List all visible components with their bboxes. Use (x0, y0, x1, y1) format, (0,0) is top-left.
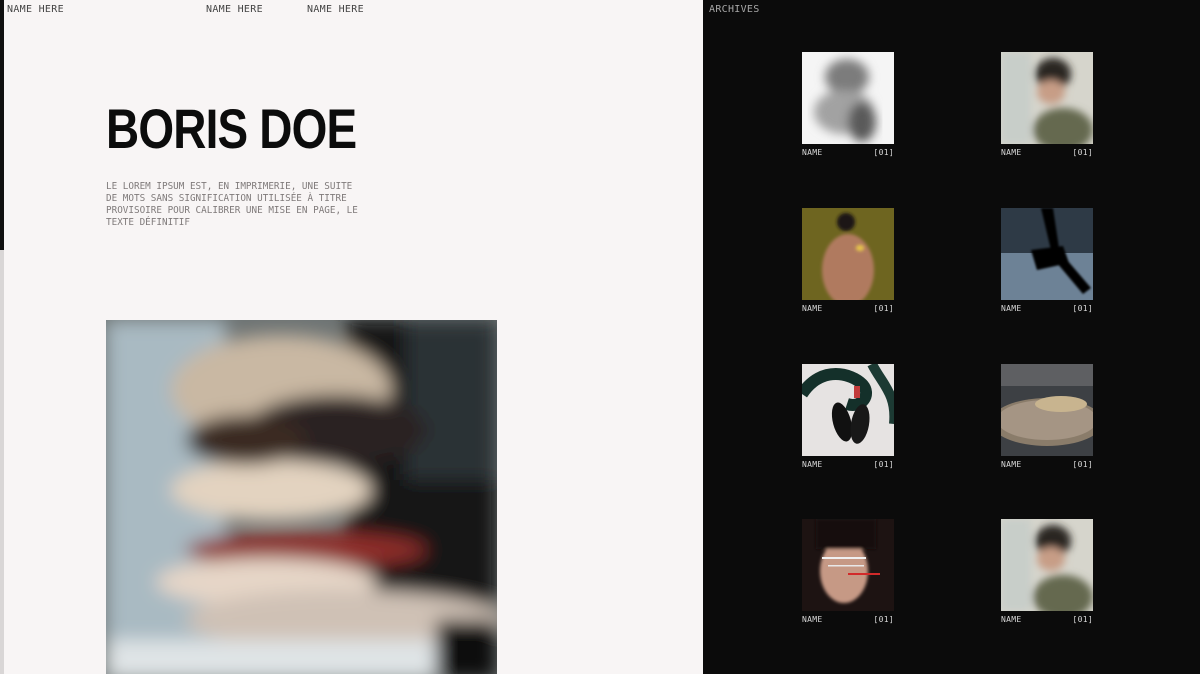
main-panel: NAME HERE NAME HERE NAME HERE BORIS DOE … (0, 0, 703, 674)
archive-thumbnail[interactable] (802, 52, 894, 144)
archive-item[interactable]: NAME [01] (1001, 208, 1093, 313)
archive-item-name: NAME (1001, 148, 1022, 157)
archive-item[interactable]: NAME [01] (802, 52, 894, 157)
archive-thumbnail[interactable] (802, 364, 894, 456)
archive-item-name: NAME (802, 615, 823, 624)
archive-item[interactable]: NAME [01] (1001, 519, 1093, 624)
archive-thumbnail[interactable] (1001, 208, 1093, 300)
archive-item[interactable]: NAME [01] (1001, 364, 1093, 469)
archive-item-name: NAME (1001, 615, 1022, 624)
archive-item-index: [01] (1072, 460, 1093, 469)
archive-item-index: [01] (1072, 304, 1093, 313)
archive-item-index: [01] (1072, 615, 1093, 624)
archive-item-name: NAME (1001, 460, 1022, 469)
archive-thumbnail[interactable] (802, 519, 894, 611)
archive-item[interactable]: NAME [01] (1001, 52, 1093, 157)
archive-item-name: NAME (802, 148, 823, 157)
hero-description: LE LOREM IPSUM EST, EN IMPRIMERIE, UNE S… (106, 181, 358, 228)
archives-title: ARCHIVES (709, 4, 760, 15)
nav-link-2[interactable]: NAME HERE (206, 4, 263, 15)
archive-item-index: [01] (873, 615, 894, 624)
archive-item-index: [01] (1072, 148, 1093, 157)
nav-link-1[interactable]: NAME HERE (7, 4, 64, 15)
archive-item[interactable]: NAME [01] (802, 364, 894, 469)
hero-title: BORIS DOE (106, 97, 357, 160)
archive-item[interactable]: NAME [01] (802, 208, 894, 313)
archive-item-index: [01] (873, 148, 894, 157)
archive-item-name: NAME (802, 460, 823, 469)
archive-thumbnail[interactable] (1001, 364, 1093, 456)
edge-bar (0, 0, 4, 250)
edge-bar-lower (0, 250, 4, 674)
hero-image (106, 320, 497, 674)
archive-item-index: [01] (873, 304, 894, 313)
archives-panel: ARCHIVES NAME [01] NAME [01] NAME [01] N… (703, 0, 1200, 674)
archive-thumbnail[interactable] (802, 208, 894, 300)
archive-item-name: NAME (802, 304, 823, 313)
archive-item-index: [01] (873, 460, 894, 469)
archive-thumbnail[interactable] (1001, 519, 1093, 611)
archive-thumbnail[interactable] (1001, 52, 1093, 144)
archive-item[interactable]: NAME [01] (802, 519, 894, 624)
nav-link-3[interactable]: NAME HERE (307, 4, 364, 15)
archive-item-name: NAME (1001, 304, 1022, 313)
